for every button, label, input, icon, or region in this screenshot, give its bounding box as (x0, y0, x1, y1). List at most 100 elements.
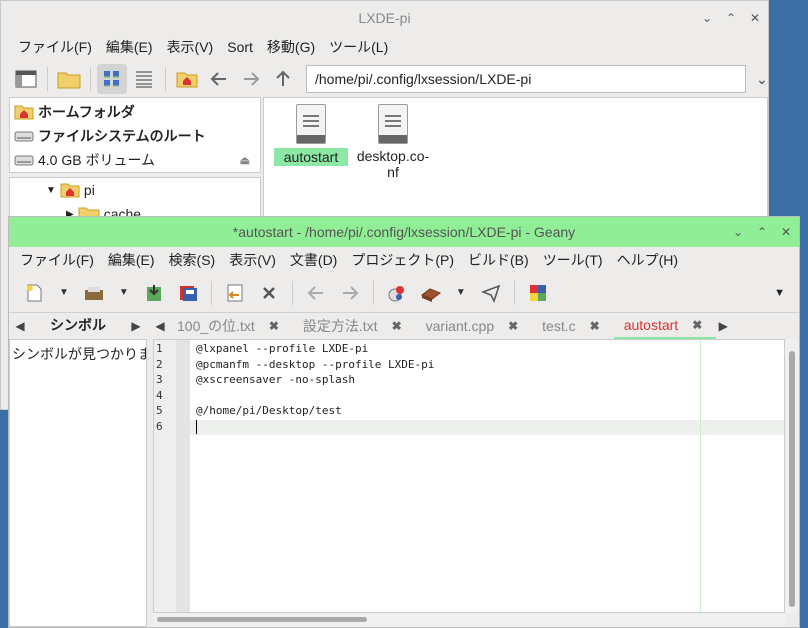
execute-icon[interactable] (476, 278, 506, 308)
places-pane: ホームフォルダ ファイルシステムのルート 4.0 GB ボリューム ⏏ (9, 97, 261, 173)
maximize-icon[interactable]: ⌃ (724, 11, 738, 25)
menu-search[interactable]: 検索(S) (162, 250, 223, 270)
vertical-scrollbar[interactable] (785, 339, 799, 613)
menu-view[interactable]: 表示(V) (160, 37, 221, 57)
save-icon[interactable] (139, 278, 169, 308)
fm-titlebar[interactable]: LXDE-pi ⌄ ⌃ ✕ (1, 1, 768, 35)
text-file-icon (296, 104, 326, 144)
menu-tools[interactable]: ツール(T) (536, 250, 610, 270)
geany-menubar: ファイル(F) 編集(E) 検索(S) 表示(V) 文書(D) プロジェクト(P… (9, 247, 799, 273)
nav-back-icon[interactable] (301, 278, 331, 308)
menu-project[interactable]: プロジェクト(P) (344, 250, 461, 270)
home-icon (14, 105, 34, 120)
doc-tab[interactable]: variant.cpp ✖ (416, 313, 533, 339)
menu-edit[interactable]: 編集(E) (101, 250, 162, 270)
new-window-icon[interactable] (11, 64, 41, 94)
compile-icon[interactable] (382, 278, 412, 308)
open-file-icon[interactable] (79, 278, 109, 308)
list-view-icon[interactable] (129, 64, 159, 94)
doc-tab-label: test.c (542, 318, 576, 334)
path-input[interactable]: /home/pi/.config/lxsession/LXDE-pi (306, 65, 746, 93)
close-icon[interactable]: ✕ (779, 225, 793, 239)
icon-view-icon[interactable] (97, 64, 127, 94)
code-editor[interactable]: 1 2 3 4 5 6 @lxpanel --profile LXDE-pi @… (153, 339, 785, 613)
line-number: 2 (156, 357, 163, 371)
code-lines[interactable]: @lxpanel --profile LXDE-pi @pcmanfm --de… (190, 340, 784, 612)
build-icon[interactable] (416, 278, 446, 308)
close-icon[interactable]: ✕ (748, 11, 762, 25)
doc-tab[interactable]: test.c ✖ (532, 313, 614, 339)
fold-margin (176, 340, 190, 612)
minimize-icon[interactable]: ⌄ (731, 225, 745, 239)
drive-icon (14, 155, 34, 166)
new-file-dropdown-icon[interactable]: ▼ (59, 287, 69, 298)
color-chooser-icon[interactable] (523, 278, 553, 308)
close-file-icon[interactable] (254, 278, 284, 308)
menu-build[interactable]: ビルド(B) (461, 250, 536, 270)
file-name-wrap: nf (387, 164, 399, 180)
document-tabs: ◀ 100_の位.txt ✖ 設定方法.txt ✖ variant.cpp ✖ tes… (153, 313, 799, 339)
chevron-down-icon[interactable]: ⌄ (756, 71, 768, 88)
menu-document[interactable]: 文書(D) (283, 250, 344, 270)
fm-toolbar: /home/pi/.config/lxsession/LXDE-pi ⌄ (1, 59, 768, 99)
file-name: desktop.co- (356, 148, 430, 164)
close-tab-icon[interactable]: ✖ (269, 319, 279, 333)
eject-icon[interactable]: ⏏ (240, 154, 250, 167)
new-folder-icon[interactable] (54, 64, 84, 94)
expander-icon[interactable]: ▼ (46, 185, 56, 196)
close-tab-icon[interactable]: ✖ (692, 318, 702, 332)
back-icon[interactable] (204, 64, 234, 94)
new-file-icon[interactable] (19, 278, 49, 308)
toolbar-overflow-icon[interactable]: ▼ (774, 287, 785, 299)
close-tab-icon[interactable]: ✖ (590, 319, 600, 333)
close-tab-icon[interactable]: ✖ (508, 319, 518, 333)
menu-file[interactable]: ファイル(F) (11, 37, 99, 57)
doc-tab-active[interactable]: autostart ✖ (613, 313, 717, 339)
menu-view[interactable]: 表示(V) (222, 250, 283, 270)
geany-titlebar[interactable]: *autostart - /home/pi/.config/lxsession/… (9, 217, 799, 247)
build-dropdown-icon[interactable]: ▼ (456, 287, 466, 298)
toolbar-separator (291, 280, 293, 305)
file-item[interactable]: autostart (266, 102, 356, 166)
doc-tab[interactable]: 100_の位.txt ✖ (167, 313, 293, 339)
tab-scroll-left-icon[interactable]: ◀ (153, 319, 167, 333)
place-home[interactable]: ホームフォルダ (14, 100, 256, 124)
revert-icon[interactable] (220, 278, 250, 308)
save-all-icon[interactable] (173, 278, 203, 308)
close-tab-icon[interactable]: ✖ (392, 319, 402, 333)
line-number: 5 (156, 404, 163, 417)
tab-symbols[interactable]: シンボル (40, 312, 116, 341)
file-item[interactable]: desktop.co- nf (348, 102, 438, 180)
menu-tools[interactable]: ツール(L) (322, 37, 395, 57)
minimize-icon[interactable]: ⌄ (700, 11, 714, 25)
menu-sort[interactable]: Sort (220, 39, 260, 55)
fm-window-controls: ⌄ ⌃ ✕ (700, 1, 762, 35)
up-icon[interactable] (268, 64, 298, 94)
menu-help[interactable]: ヘルプ(H) (610, 250, 685, 270)
horizontal-scrollbar[interactable] (153, 613, 785, 627)
tree-item-pi[interactable]: ▼ pi (46, 178, 260, 202)
menu-edit[interactable]: 編集(E) (99, 37, 160, 57)
scroll-thumb[interactable] (789, 351, 795, 607)
no-symbols-message: シンボルが見つかりません (12, 346, 146, 362)
place-root[interactable]: ファイルシステムのルート (14, 124, 256, 148)
maximize-icon[interactable]: ⌃ (755, 225, 769, 239)
fm-menubar: ファイル(F) 編集(E) 表示(V) Sort 移動(G) ツール(L) (1, 35, 768, 59)
open-file-dropdown-icon[interactable]: ▼ (119, 287, 129, 298)
doc-tab[interactable]: 設定方法.txt ✖ (293, 313, 416, 339)
scroll-thumb[interactable] (157, 617, 367, 622)
tab-scroll-right-icon[interactable]: ▶ (129, 319, 143, 333)
code-line: @pcmanfm --desktop --profile LXDE-pi (196, 357, 435, 371)
place-volume[interactable]: 4.0 GB ボリューム ⏏ (14, 148, 256, 172)
place-label: 4.0 GB ボリューム (38, 152, 156, 168)
tab-scroll-right-icon[interactable]: ▶ (716, 319, 730, 333)
menu-file[interactable]: ファイル(F) (13, 250, 101, 270)
menu-go[interactable]: 移動(G) (260, 37, 322, 57)
home-icon[interactable] (172, 64, 202, 94)
geany-body: ◀ シンボル ▶ シンボルが見つかりません ◀ 100_の位.txt ✖ 設定方法… (9, 313, 799, 627)
forward-icon[interactable] (236, 64, 266, 94)
nav-forward-icon[interactable] (335, 278, 365, 308)
file-name: autostart (273, 148, 349, 166)
tab-scroll-left-icon[interactable]: ◀ (13, 319, 27, 333)
